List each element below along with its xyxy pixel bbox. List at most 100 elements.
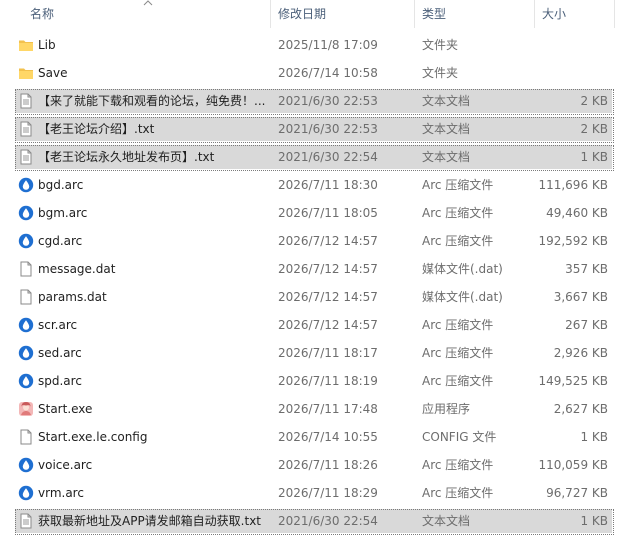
file-modified-date: 2026/7/11 18:05	[278, 206, 378, 220]
blank-file-icon	[18, 261, 34, 277]
file-size: 1 KB	[580, 514, 608, 528]
file-type: 文本文档	[422, 122, 471, 136]
file-type: Arc 压缩文件	[422, 346, 494, 360]
file-type: 文件夹	[422, 38, 459, 52]
file-name: Start.exe.le.config	[38, 430, 148, 444]
file-modified-date: 2025/11/8 17:09	[278, 38, 378, 52]
file-type: Arc 压缩文件	[422, 486, 494, 500]
arc-file-icon	[18, 373, 34, 389]
file-name: 获取最新地址及APP请发邮箱自动获取.txt	[38, 514, 262, 528]
file-row[interactable]: cgd.arc 2026/7/12 14:57 Arc 压缩文件 192,592 KB	[0, 227, 626, 255]
file-name: cgd.arc	[38, 234, 83, 248]
column-header-bar: 名称 修改日期 类型 大小	[0, 0, 626, 28]
arc-file-icon	[18, 457, 34, 473]
file-modified-date: 2026/7/12 14:57	[278, 318, 378, 332]
folder-icon	[18, 65, 34, 81]
file-size: 3,667 KB	[553, 290, 608, 304]
file-row[interactable]: Start.exe 2026/7/11 17:48 应用程序 2,627 KB	[0, 395, 626, 423]
file-name: Save	[38, 66, 68, 80]
file-type: 文件夹	[422, 66, 459, 80]
file-row[interactable]: 【来了就能下载和观看的论坛，纯免费！... 2021/6/30 22:53 文本文档…	[0, 87, 626, 115]
file-modified-date: 2021/6/30 22:53	[278, 122, 378, 136]
column-divider[interactable]	[534, 0, 535, 28]
file-type: 文本文档	[422, 94, 471, 108]
file-row[interactable]: message.dat 2026/7/12 14:57 媒体文件(.dat) 357 …	[0, 255, 626, 283]
file-modified-date: 2026/7/12 14:57	[278, 262, 378, 276]
file-row[interactable]: bgd.arc 2026/7/11 18:30 Arc 压缩文件 111,696 KB	[0, 171, 626, 199]
arc-file-icon	[18, 317, 34, 333]
file-row[interactable]: Lib 2025/11/8 17:09 文件夹	[0, 31, 626, 59]
file-size: 96,727 KB	[546, 486, 608, 500]
arc-file-icon	[18, 345, 34, 361]
file-modified-date: 2026/7/11 18:29	[278, 486, 378, 500]
file-size	[534, 59, 608, 87]
file-type: 应用程序	[422, 402, 471, 416]
file-size: 2,926 KB	[553, 346, 608, 360]
file-type: Arc 压缩文件	[422, 206, 494, 220]
arc-file-icon	[18, 233, 34, 249]
file-row[interactable]: scr.arc 2026/7/12 14:57 Arc 压缩文件 267 KB	[0, 311, 626, 339]
file-row[interactable]: sed.arc 2026/7/11 18:17 Arc 压缩文件 2,926 KB	[0, 339, 626, 367]
file-modified-date: 2026/7/14 10:55	[278, 430, 378, 444]
arc-file-icon	[18, 485, 34, 501]
file-name: sed.arc	[38, 346, 82, 360]
file-modified-date: 2026/7/11 18:19	[278, 374, 378, 388]
column-divider[interactable]	[614, 0, 615, 28]
file-modified-date: 2026/7/11 18:30	[278, 178, 378, 192]
app-icon	[18, 401, 34, 417]
file-size: 149,525 KB	[538, 374, 608, 388]
file-name: message.dat	[38, 262, 116, 276]
file-name: 【来了就能下载和观看的论坛，纯免费！...	[38, 94, 266, 108]
file-name: 【老王论坛永久地址发布页】.txt	[38, 150, 215, 164]
file-size: 1 KB	[580, 150, 608, 164]
file-row[interactable]: 获取最新地址及APP请发邮箱自动获取.txt 2021/6/30 22:54 文本文…	[0, 507, 626, 535]
file-type: Arc 压缩文件	[422, 374, 494, 388]
file-type: Arc 压缩文件	[422, 234, 494, 248]
file-row[interactable]: vrm.arc 2026/7/11 18:29 Arc 压缩文件 96,727 KB	[0, 479, 626, 507]
file-type: Arc 压缩文件	[422, 458, 494, 472]
file-name: Start.exe	[38, 402, 93, 416]
file-row[interactable]: bgm.arc 2026/7/11 18:05 Arc 压缩文件 49,460 KB	[0, 199, 626, 227]
file-modified-date: 2021/6/30 22:54	[278, 150, 378, 164]
file-type: CONFIG 文件	[422, 430, 497, 444]
column-header-date[interactable]: 修改日期	[278, 0, 326, 28]
file-modified-date: 2026/7/11 17:48	[278, 402, 378, 416]
arc-file-icon	[18, 177, 34, 193]
file-row[interactable]: Save 2026/7/14 10:58 文件夹	[0, 59, 626, 87]
file-type: 文本文档	[422, 514, 471, 528]
file-size: 2 KB	[580, 122, 608, 136]
file-size: 111,696 KB	[538, 178, 608, 192]
column-header-size[interactable]: 大小	[542, 0, 566, 28]
file-modified-date: 2026/7/12 14:57	[278, 290, 378, 304]
file-row[interactable]: 【老王论坛永久地址发布页】.txt 2021/6/30 22:54 文本文档 1 KB	[0, 143, 626, 171]
file-name: 【老王论坛介绍】.txt	[38, 122, 155, 136]
text-file-icon	[18, 149, 34, 165]
file-modified-date: 2026/7/14 10:58	[278, 66, 378, 80]
blank-file-icon	[18, 429, 34, 445]
text-file-icon	[18, 121, 34, 137]
file-size	[534, 31, 608, 59]
file-type: Arc 压缩文件	[422, 318, 494, 332]
file-name: bgd.arc	[38, 178, 84, 192]
sort-ascending-icon	[143, 0, 153, 6]
column-divider[interactable]	[270, 0, 271, 28]
file-row[interactable]: params.dat 2026/7/12 14:57 媒体文件(.dat) 3,667…	[0, 283, 626, 311]
text-file-icon	[18, 93, 34, 109]
file-row[interactable]: spd.arc 2026/7/11 18:19 Arc 压缩文件 149,525 KB	[0, 367, 626, 395]
file-modified-date: 2021/6/30 22:54	[278, 514, 378, 528]
file-name: voice.arc	[38, 458, 93, 472]
file-name: params.dat	[38, 290, 107, 304]
column-header-type[interactable]: 类型	[422, 0, 446, 28]
file-name: spd.arc	[38, 374, 82, 388]
file-type: 媒体文件(.dat)	[422, 262, 503, 276]
file-size: 2,627 KB	[553, 402, 608, 416]
column-divider[interactable]	[414, 0, 415, 28]
file-row[interactable]: voice.arc 2026/7/11 18:26 Arc 压缩文件 110,059 …	[0, 451, 626, 479]
file-size: 357 KB	[565, 262, 608, 276]
file-modified-date: 2021/6/30 22:53	[278, 94, 378, 108]
column-header-name[interactable]: 名称	[30, 0, 54, 28]
file-row[interactable]: Start.exe.le.config 2026/7/14 10:55 CONFIG…	[0, 423, 626, 451]
blank-file-icon	[18, 289, 34, 305]
file-row[interactable]: 【老王论坛介绍】.txt 2021/6/30 22:53 文本文档 2 KB	[0, 115, 626, 143]
file-type: 媒体文件(.dat)	[422, 290, 503, 304]
